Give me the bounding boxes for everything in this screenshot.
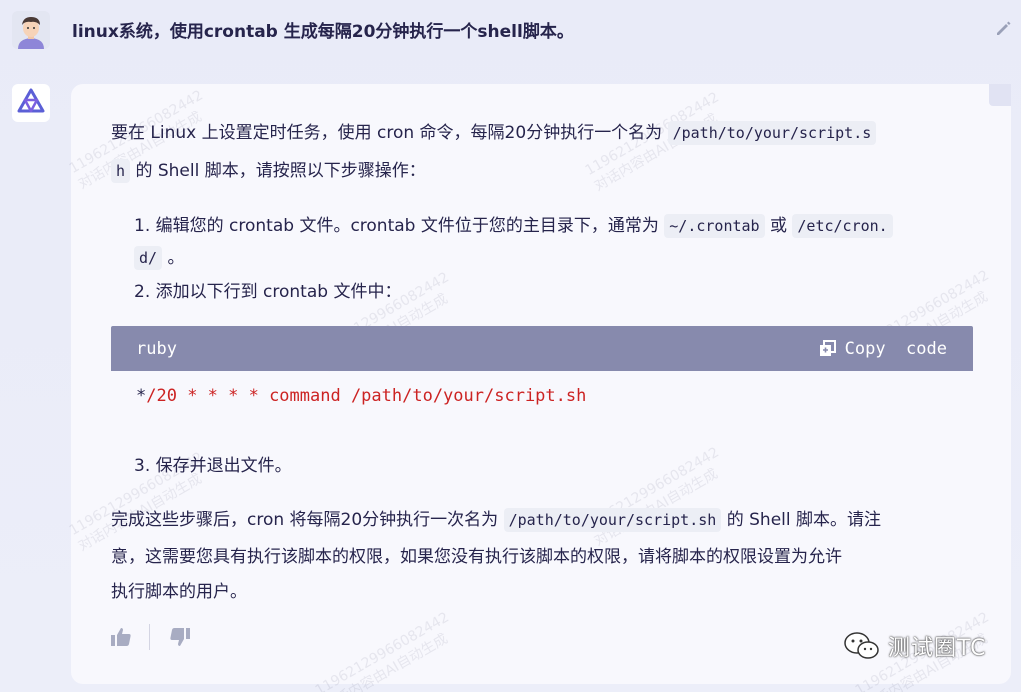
copy-code-label: Copy code — [844, 338, 947, 359]
code-language: ruby — [136, 338, 177, 359]
step-3: 3. 保存并退出文件。 — [134, 456, 292, 476]
intro-text-cont: 的 Shell 脚本，请按照以下步骤操作： — [135, 161, 426, 181]
code-header: ruby Copy code — [111, 326, 973, 371]
outro-text: 完成这些步骤后，cron 将每隔20分钟执行一次名为 — [111, 510, 499, 530]
wechat-brand: 测试圈TC — [842, 630, 987, 662]
step-1-line-2: d/ 。 — [134, 246, 184, 270]
edit-icon[interactable] — [993, 18, 1013, 38]
user-avatar — [12, 11, 50, 49]
bot-logo-icon — [12, 84, 50, 122]
user-message-row: linux系统，使用crontab 生成每隔20分钟执行一个shell脚本。 — [0, 0, 1021, 62]
copy-icon — [819, 340, 836, 356]
code-line: */20 * * * * command /path/to/your/scrip… — [136, 386, 586, 406]
inline-code-etc-cron-cont: d/ — [134, 246, 163, 270]
watermark: 11962129966082442对话内容由AI自动生成 — [582, 444, 722, 549]
step-1-text: 1. 编辑您的 crontab 文件。crontab 文件位于您的主目录下，通常… — [134, 216, 659, 236]
user-message-text: linux系统，使用crontab 生成每隔20分钟执行一个shell脚本。 — [72, 22, 574, 42]
thumbs-down-icon[interactable] — [168, 625, 192, 649]
outro-line-3: 执行脚本的用户。 — [111, 582, 247, 602]
inline-code-script: /path/to/your/script.sh — [503, 508, 722, 532]
outro-text-cont: 的 Shell 脚本。请注 — [726, 510, 881, 530]
code-block: ruby Copy code */20 * * * * command /pat… — [111, 326, 973, 416]
code-rest: /20 * * * * command /path/to/your/script… — [146, 386, 587, 406]
intro-text: 要在 Linux 上设置定时任务，使用 cron 命令，每隔20分钟执行一个名为 — [111, 123, 663, 143]
step-1-end: 。 — [167, 248, 185, 268]
inline-code-crontab: ~/.crontab — [664, 214, 765, 238]
feedback-actions — [109, 624, 192, 650]
inline-code-etc-cron: /etc/cron. — [792, 214, 893, 238]
card-corner — [989, 84, 1011, 106]
intro-line-2: h 的 Shell 脚本，请按照以下步骤操作： — [111, 159, 426, 183]
outro-line-2: 意，这需要您具有执行该脚本的权限，如果您没有执行该脚本的权限，请将脚本的权限设置… — [111, 547, 842, 567]
watermark: 11962129966082442对话内容由AI自动生成 — [312, 609, 452, 692]
outro-line-1: 完成这些步骤后，cron 将每隔20分钟执行一次名为 /path/to/your… — [111, 508, 881, 532]
thumbs-up-icon[interactable] — [109, 625, 133, 649]
wechat-icon — [844, 632, 879, 659]
code-star: * — [136, 386, 147, 406]
step-1-line-1: 1. 编辑您的 crontab 文件。crontab 文件位于您的主目录下，通常… — [134, 214, 893, 238]
answer-card: 11962129966082442 对话内容由AI自动生成 11962129966… — [67, 84, 1011, 692]
intro-line-1: 要在 Linux 上设置定时任务，使用 cron 命令，每隔20分钟执行一个名为… — [111, 121, 877, 145]
copy-code-button[interactable]: Copy code — [819, 339, 947, 359]
actions-divider — [149, 624, 150, 650]
inline-code-path-cont: h — [111, 159, 131, 183]
step-2: 2. 添加以下行到 crontab 文件中： — [134, 282, 402, 302]
inline-code-path: /path/to/your/script.s — [667, 121, 877, 145]
brand-label: 测试圈TC — [888, 636, 987, 661]
step-1-or: 或 — [769, 216, 787, 236]
